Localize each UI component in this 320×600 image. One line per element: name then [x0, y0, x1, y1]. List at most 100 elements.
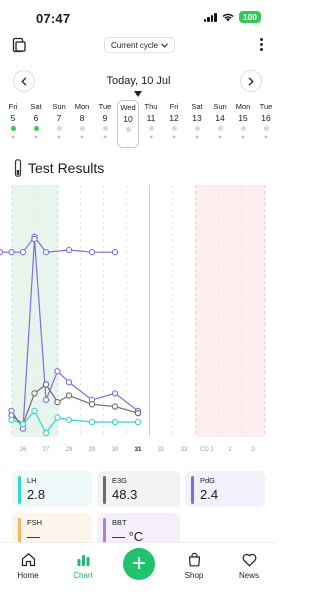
- hormone-value: 2.4: [200, 487, 219, 502]
- data-point: [19, 421, 27, 428]
- test-status-dot: [171, 126, 177, 131]
- test-results-header: Test Results: [14, 158, 104, 178]
- battery-indicator: 100: [238, 11, 261, 23]
- x-tick-label: 32: [158, 447, 165, 453]
- test-results-title: Test Results: [28, 160, 105, 176]
- signal-icon: [203, 12, 217, 22]
- heart-icon: ♥: [172, 135, 176, 141]
- x-tick-label: 31: [135, 447, 142, 453]
- x-tick-label: 3: [251, 447, 255, 453]
- data-point: [42, 396, 50, 404]
- nav-chart-label: Chart: [73, 571, 93, 580]
- day-name: Sat: [30, 102, 42, 111]
- export-icon[interactable]: [12, 37, 28, 58]
- day-name: Sat: [191, 102, 203, 111]
- x-tick-label: 27: [43, 447, 50, 453]
- data-point: [134, 410, 142, 417]
- data-point: [54, 368, 61, 375]
- data-point: [54, 398, 61, 406]
- data-point: [31, 235, 38, 243]
- day-name: Fri: [8, 102, 18, 111]
- heart-icon: ♥: [11, 135, 15, 141]
- day-cell[interactable]: Sun 7 ♥: [48, 102, 70, 141]
- next-day-button[interactable]: [240, 70, 262, 92]
- data-point: [88, 249, 96, 256]
- day-name: Sun: [213, 102, 227, 111]
- day-date: 12: [169, 113, 179, 123]
- day-date: 7: [56, 113, 62, 123]
- x-tick-label: 26: [20, 447, 27, 453]
- day-date: 4: [0, 112, 1, 124]
- heart-icon: ♥: [149, 135, 153, 141]
- day-date: 8: [79, 113, 85, 123]
- data-point: [0, 249, 4, 256]
- day-name: Fri: [169, 102, 179, 111]
- hormone-value: 48.3: [112, 487, 138, 502]
- heart-icon: ♥: [80, 135, 84, 141]
- day-cell[interactable]: Mon 15 ♥: [232, 102, 254, 141]
- day-date: 15: [238, 113, 248, 123]
- today-marker-icon: [134, 91, 142, 97]
- nav-shop-label: Shop: [184, 571, 204, 580]
- color-bar: [191, 476, 194, 504]
- hormone-card-e3g[interactable]: E3G 48.3: [97, 471, 180, 507]
- test-status-dot: [263, 126, 269, 131]
- day-cell-today[interactable]: Wed 10: [117, 100, 139, 148]
- day-cell[interactable]: Sun 14 ♥: [209, 102, 231, 141]
- test-status-dot: [240, 126, 246, 131]
- status-time: 07:47: [36, 11, 71, 26]
- day-name: Tue: [259, 102, 273, 111]
- cycle-selector[interactable]: Current cycle: [104, 37, 176, 53]
- hormone-card-pdg[interactable]: PdG 2.4: [185, 471, 265, 507]
- hormone-label: PdG: [200, 476, 216, 485]
- data-point: [65, 392, 73, 399]
- day-date: 11: [146, 113, 156, 123]
- day-name: Mon: [74, 102, 90, 111]
- day-cell[interactable]: Thu4 ♥: [0, 102, 1, 141]
- day-cell[interactable]: Tue 9 ♥: [94, 102, 116, 141]
- day-cell[interactable]: Fri 5 ♥: [2, 102, 24, 141]
- data-point: [111, 403, 119, 410]
- data-point: [54, 414, 61, 421]
- hormone-label: E3G: [112, 476, 128, 485]
- day-date: 16: [261, 113, 271, 123]
- day-date: 13: [192, 113, 202, 123]
- nav-shop[interactable]: Shop: [174, 551, 214, 580]
- hormone-chart[interactable]: 26 27 28 29 30 31 32 33 CD 1 2 3: [0, 185, 277, 455]
- data-point: [8, 249, 15, 256]
- test-status-dot: [102, 126, 108, 131]
- hormone-card-lh[interactable]: LH 2.8: [12, 471, 92, 507]
- nav-chart[interactable]: Chart: [63, 551, 103, 580]
- day-name: Mon: [235, 102, 251, 111]
- heart-icon: ♥: [0, 135, 1, 141]
- day-cell[interactable]: Thu 11 ♥: [140, 102, 162, 141]
- test-status-dot: [217, 126, 223, 131]
- more-options-icon[interactable]: [260, 38, 263, 51]
- data-point: [8, 416, 15, 423]
- day-cell[interactable]: Sat 6 ♥: [25, 102, 47, 141]
- hormone-value: 2.8: [27, 487, 46, 502]
- home-icon: [21, 553, 35, 567]
- heart-icon: [242, 553, 256, 566]
- add-entry-button[interactable]: +: [123, 548, 155, 580]
- test-status-dot: [79, 126, 85, 131]
- hormone-label: FSH: [27, 518, 42, 527]
- day-cell[interactable]: Mon 8 ♥: [71, 102, 93, 141]
- day-date: 10: [123, 114, 133, 124]
- x-tick-label: 2: [228, 447, 232, 453]
- day-date: 5: [10, 113, 16, 123]
- heart-icon: ♥: [34, 135, 38, 141]
- data-point: [42, 249, 50, 256]
- x-tick-label: 28: [66, 447, 73, 453]
- day-cell[interactable]: Sat 13 ♥: [186, 102, 208, 141]
- x-tick-label: 33: [181, 447, 188, 453]
- day-date: 9: [102, 113, 108, 123]
- nav-home[interactable]: Home: [8, 551, 48, 580]
- day-cell[interactable]: Tue 16 ♥: [255, 102, 277, 141]
- day-name: Tue: [98, 102, 112, 111]
- data-point: [111, 418, 119, 426]
- nav-home-label: Home: [17, 571, 39, 580]
- day-name: Thu: [144, 102, 158, 111]
- day-cell[interactable]: Fri 12 ♥: [163, 102, 185, 141]
- nav-news[interactable]: News: [229, 551, 269, 580]
